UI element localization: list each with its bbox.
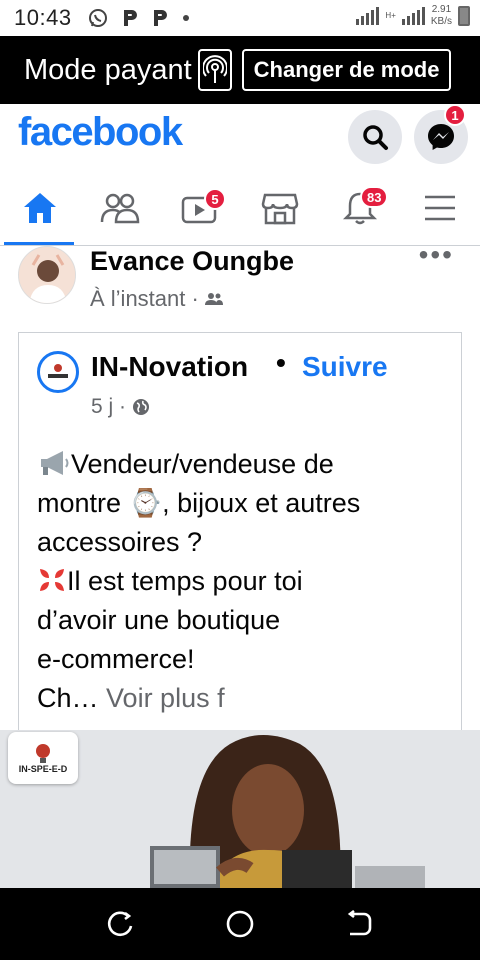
signal-icon-2 — [401, 7, 425, 25]
active-tab-indicator — [4, 242, 74, 245]
notifications-badge: 83 — [360, 186, 389, 208]
notification-icons — [88, 8, 190, 28]
data-speed: 2.91 KB/s — [431, 4, 452, 28]
store-icon — [261, 193, 299, 225]
text-line-4: Il est temps pour toi — [37, 562, 437, 601]
status-time: 10:43 — [14, 5, 72, 30]
status-right: H+ 2.91 KB/s — [356, 4, 470, 28]
whatsapp-icon — [88, 9, 107, 27]
brand-logo: IN-SPE-E-D — [8, 732, 78, 784]
system-nav-bar — [0, 888, 480, 960]
messenger-button[interactable]: 1 — [414, 104, 468, 164]
status-bar: 10:43 H+ 2.91 KB/s — [0, 0, 480, 36]
p-app-icon-2 — [153, 10, 167, 26]
tab-home[interactable] — [4, 170, 76, 246]
lightbulb-head-icon — [36, 744, 50, 763]
recent-apps-button[interactable] — [102, 906, 138, 942]
home-button[interactable] — [222, 906, 258, 942]
home-circle-icon — [226, 910, 254, 938]
signal-icon — [356, 7, 380, 25]
name-separator: • — [276, 347, 286, 378]
back-icon — [347, 910, 372, 936]
megaphone-icon — [41, 451, 69, 475]
tab-watch[interactable]: 5 — [164, 170, 236, 246]
shared-post-text: Vendeur/vendeuse de montre ⌚, bijoux et … — [37, 445, 437, 718]
friends-icon — [100, 193, 140, 224]
page-avatar[interactable] — [37, 351, 79, 393]
post-meta: À l’instant · — [90, 286, 223, 312]
mode-bar: Mode payant Changer de mode — [0, 36, 480, 104]
speed-unit: KB/s — [430, 16, 452, 27]
p-app-icon — [123, 10, 137, 26]
tab-menu[interactable] — [404, 170, 476, 246]
post-author[interactable]: Evance Oungbe — [90, 246, 294, 277]
see-more-link[interactable]: Voir plus f — [106, 683, 225, 713]
tab-friends[interactable] — [84, 170, 156, 246]
broadcast-icon — [197, 49, 232, 91]
menu-icon — [425, 195, 455, 221]
recent-apps-icon — [107, 911, 133, 937]
text-line-1: Vendeur/vendeuse de — [37, 445, 437, 484]
text-line-1-content: Vendeur/vendeuse de — [71, 449, 334, 479]
search-icon — [363, 125, 388, 150]
feed-post: Evance Oungbe À l’instant · ••• IN-Novat… — [0, 246, 480, 888]
post-time[interactable]: À l’instant · — [90, 286, 199, 312]
text-line-7: Ch… Voir plus f — [37, 679, 437, 718]
back-button[interactable] — [342, 906, 378, 942]
dot-icon — [182, 15, 189, 21]
globe-icon — [133, 399, 150, 415]
text-line-5: d’avoir une boutique — [37, 605, 281, 635]
tab-notifications[interactable]: 83 — [324, 170, 396, 246]
speed-value: 2.91 — [431, 4, 452, 15]
anger-symbol-icon — [40, 569, 64, 591]
watch-badge: 5 — [204, 188, 226, 210]
truncated-text: Ch… — [37, 683, 99, 713]
nav-tabs: 5 83 — [0, 170, 480, 246]
text-line-6: e-commerce! — [37, 644, 195, 674]
author-avatar[interactable] — [18, 246, 76, 304]
app-header: facebook 1 — [0, 104, 480, 168]
home-icon — [24, 193, 56, 223]
mode-label: Mode payant — [24, 53, 192, 86]
shared-post-time[interactable]: 5 j · — [91, 395, 126, 419]
shared-post-meta: 5 j · — [91, 395, 150, 419]
post-image[interactable]: IN-SPE-E-D — [0, 730, 480, 888]
change-mode-button[interactable]: Changer de mode — [241, 49, 452, 91]
shared-post-card[interactable]: IN-Novation • Suivre 5 j · Vendeur/vende… — [18, 332, 462, 752]
search-button[interactable] — [348, 110, 402, 164]
tab-marketplace[interactable] — [244, 170, 316, 246]
text-line-4-content: Il est temps pour toi — [67, 566, 303, 596]
facebook-logo[interactable]: facebook — [18, 110, 183, 155]
battery-icon — [458, 6, 470, 26]
follow-button[interactable]: Suivre — [302, 351, 388, 383]
page-logo-icon — [45, 359, 71, 385]
messenger-badge: 1 — [444, 104, 466, 126]
network-type: H+ — [385, 11, 396, 20]
friends-audience-icon — [204, 293, 223, 305]
page-name[interactable]: IN-Novation — [91, 351, 248, 383]
post-more-button[interactable]: ••• — [419, 246, 454, 269]
text-line-3: accessoires ? — [37, 527, 203, 557]
text-line-2: montre ⌚, bijoux et autres — [37, 488, 361, 518]
brand-logo-text: IN-SPE-E-D — [18, 764, 68, 774]
